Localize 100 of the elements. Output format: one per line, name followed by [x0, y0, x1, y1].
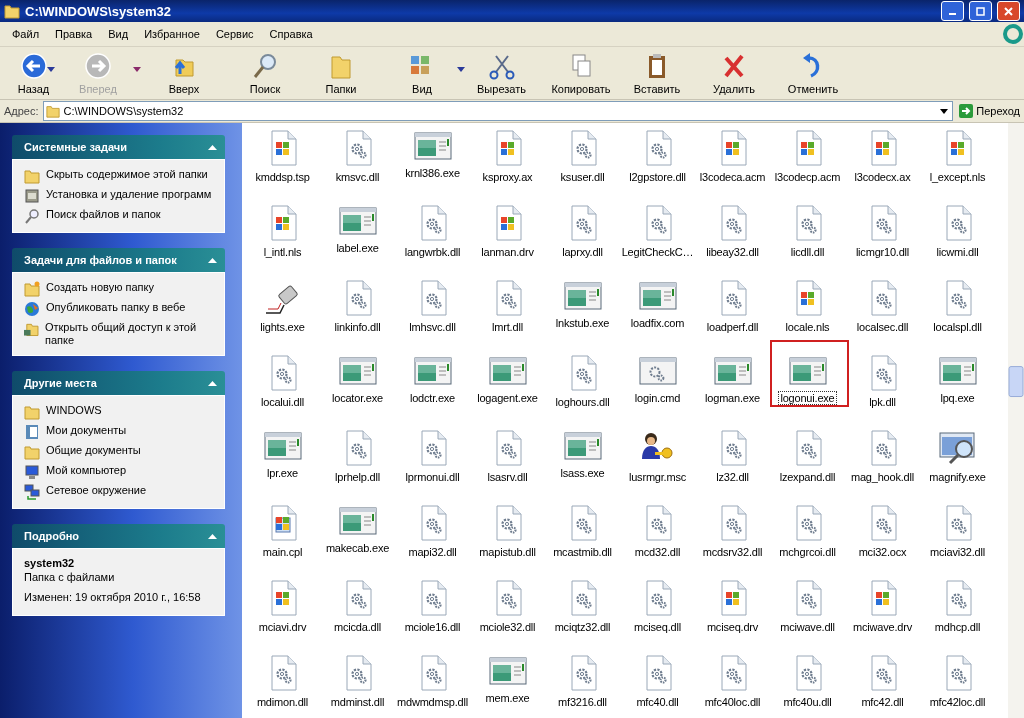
file-name[interactable]: lights.exe [259, 321, 306, 333]
file-name[interactable]: mdhcp.dll [933, 621, 982, 633]
file-name[interactable]: l3codecx.ax [853, 171, 912, 183]
file-name[interactable]: mem.exe [484, 692, 531, 704]
task-link[interactable]: Открыть общий доступ к этой папке [24, 321, 216, 347]
file-name[interactable]: mfc42loc.dll [928, 696, 987, 708]
file-name[interactable]: l_intl.nls [262, 246, 303, 258]
close-button[interactable] [997, 1, 1020, 21]
file-name[interactable]: lpr.exe [266, 467, 299, 479]
file-name[interactable]: mciavi32.dll [928, 546, 987, 558]
file-name[interactable]: langwrbk.dll [403, 246, 462, 258]
file-name[interactable]: licwmi.dll [935, 246, 980, 258]
file-name[interactable]: lodctr.exe [408, 392, 457, 404]
menu-item[interactable]: Сервис [207, 28, 262, 40]
toolbar-button[interactable]: Вверх [141, 49, 227, 97]
toolbar-button[interactable]: Вставить [624, 49, 690, 97]
task-link[interactable]: Скрыть содержимое этой папки [24, 168, 216, 184]
file-name[interactable]: lpq.exe [939, 392, 976, 404]
file-name[interactable]: mag_hook.dll [850, 471, 915, 483]
caret-icon[interactable] [47, 67, 55, 72]
task-link[interactable]: Создать новую папку [24, 281, 216, 297]
toolbar-button[interactable]: Вырезать [465, 49, 538, 97]
file-name[interactable]: linkinfo.dll [333, 321, 382, 333]
panel-header[interactable]: Подробно [12, 524, 225, 548]
file-name[interactable]: mfc40.dll [635, 696, 680, 708]
file-name[interactable]: lz32.dll [715, 471, 750, 483]
task-link[interactable]: Сетевое окружение [24, 484, 216, 500]
minimize-button[interactable] [941, 1, 964, 21]
toolbar-button[interactable]: Поиск [227, 49, 303, 97]
panel-header[interactable]: Задачи для файлов и папок [12, 248, 225, 272]
collapse-icon[interactable] [208, 533, 217, 539]
menu-item[interactable]: Избранное [136, 28, 208, 40]
file-name[interactable]: logagent.exe [476, 392, 539, 404]
maximize-button[interactable] [969, 1, 992, 21]
task-link[interactable]: WINDOWS [24, 404, 216, 420]
file-name[interactable]: mcd32.dll [633, 546, 682, 558]
file-name[interactable]: mcicda.dll [333, 621, 382, 633]
file-name[interactable]: lsasrv.dll [486, 471, 529, 483]
panel-header[interactable]: Системные задачи [12, 135, 225, 159]
file-name[interactable]: login.cmd [633, 392, 682, 404]
file-name[interactable]: mciavi.drv [257, 621, 308, 633]
file-name[interactable]: mapistub.dll [478, 546, 537, 558]
file-name[interactable]: mciwave.drv [852, 621, 913, 633]
file-name[interactable]: l_except.nls [928, 171, 987, 183]
file-name[interactable]: mciole32.dll [478, 621, 537, 633]
panel-header[interactable]: Другие места [12, 371, 225, 395]
file-name[interactable]: kmsvc.dll [334, 171, 381, 183]
file-name[interactable]: mciseq.dll [633, 621, 682, 633]
file-name[interactable]: lmrt.dll [491, 321, 524, 333]
file-name[interactable]: lpk.dll [868, 396, 897, 408]
caret-icon[interactable] [457, 67, 465, 72]
file-name[interactable]: kmddsp.tsp [254, 171, 311, 183]
file-name[interactable]: mciwave.dll [779, 621, 836, 633]
file-name[interactable]: localsec.dll [855, 321, 910, 333]
file-name[interactable]: loadfix.com [629, 317, 686, 329]
file-name[interactable]: ksuser.dll [559, 171, 606, 183]
file-name[interactable]: localui.dll [259, 396, 305, 408]
file-name[interactable]: mf3216.dll [557, 696, 608, 708]
file-name[interactable]: lprmonui.dll [404, 471, 461, 483]
file-name[interactable]: licdll.dll [789, 246, 826, 258]
file-name[interactable]: label.exe [335, 242, 380, 254]
file-name[interactable]: loghours.dll [554, 396, 611, 408]
file-name[interactable]: mfc40loc.dll [703, 696, 762, 708]
file-name[interactable]: lmhsvc.dll [408, 321, 457, 333]
file-name[interactable]: magnify.exe [928, 471, 987, 483]
file-name[interactable]: libeay32.dll [705, 246, 760, 258]
file-name[interactable]: mciole16.dll [403, 621, 462, 633]
file-name[interactable]: lsass.exe [559, 467, 606, 479]
file-name[interactable]: mfc40u.dll [782, 696, 833, 708]
task-link[interactable]: Поиск файлов и папок [24, 208, 216, 224]
toolbar-button[interactable]: Удалить [690, 49, 778, 97]
file-name[interactable]: mci32.ocx [857, 546, 908, 558]
file-name[interactable]: main.cpl [261, 546, 304, 558]
menu-item[interactable]: Правка [47, 28, 101, 40]
toolbar-button[interactable]: Копировать [538, 49, 624, 97]
file-name[interactable]: laprxy.dll [561, 246, 604, 258]
toolbar-button[interactable]: Вид [379, 49, 465, 97]
toolbar-button[interactable]: Назад [12, 49, 55, 97]
file-name[interactable]: mapi32.dll [407, 546, 458, 558]
file-name[interactable]: krnl386.exe [404, 167, 461, 179]
task-link[interactable]: Мой компьютер [24, 464, 216, 480]
task-link[interactable]: Установка и удаление программ [24, 188, 216, 204]
file-name[interactable]: lzexpand.dll [778, 471, 837, 483]
file-name[interactable]: mciseq.drv [705, 621, 760, 633]
file-name[interactable]: l2gpstore.dll [628, 171, 687, 183]
file-name[interactable]: mcdsrv32.dll [701, 546, 764, 558]
menu-item[interactable]: Справка [261, 28, 321, 40]
collapse-icon[interactable] [208, 144, 217, 150]
file-name[interactable]: mdimon.dll [255, 696, 310, 708]
file-name[interactable]: loadperf.dll [705, 321, 760, 333]
address-field[interactable]: C:\WINDOWS\system32 [42, 101, 954, 121]
file-name[interactable]: locale.nls [784, 321, 831, 333]
toolbar-button[interactable]: Папки [303, 49, 379, 97]
collapse-icon[interactable] [208, 257, 217, 263]
task-link[interactable]: Опубликовать папку в вебе [24, 301, 216, 317]
menu-item[interactable]: Файл [4, 28, 48, 40]
file-name[interactable]: LegitCheckC… [620, 246, 695, 258]
toolbar-button[interactable]: Отменить [778, 49, 848, 97]
file-name[interactable]: lanman.drv [480, 246, 535, 258]
task-link[interactable]: Мои документы [24, 424, 216, 440]
